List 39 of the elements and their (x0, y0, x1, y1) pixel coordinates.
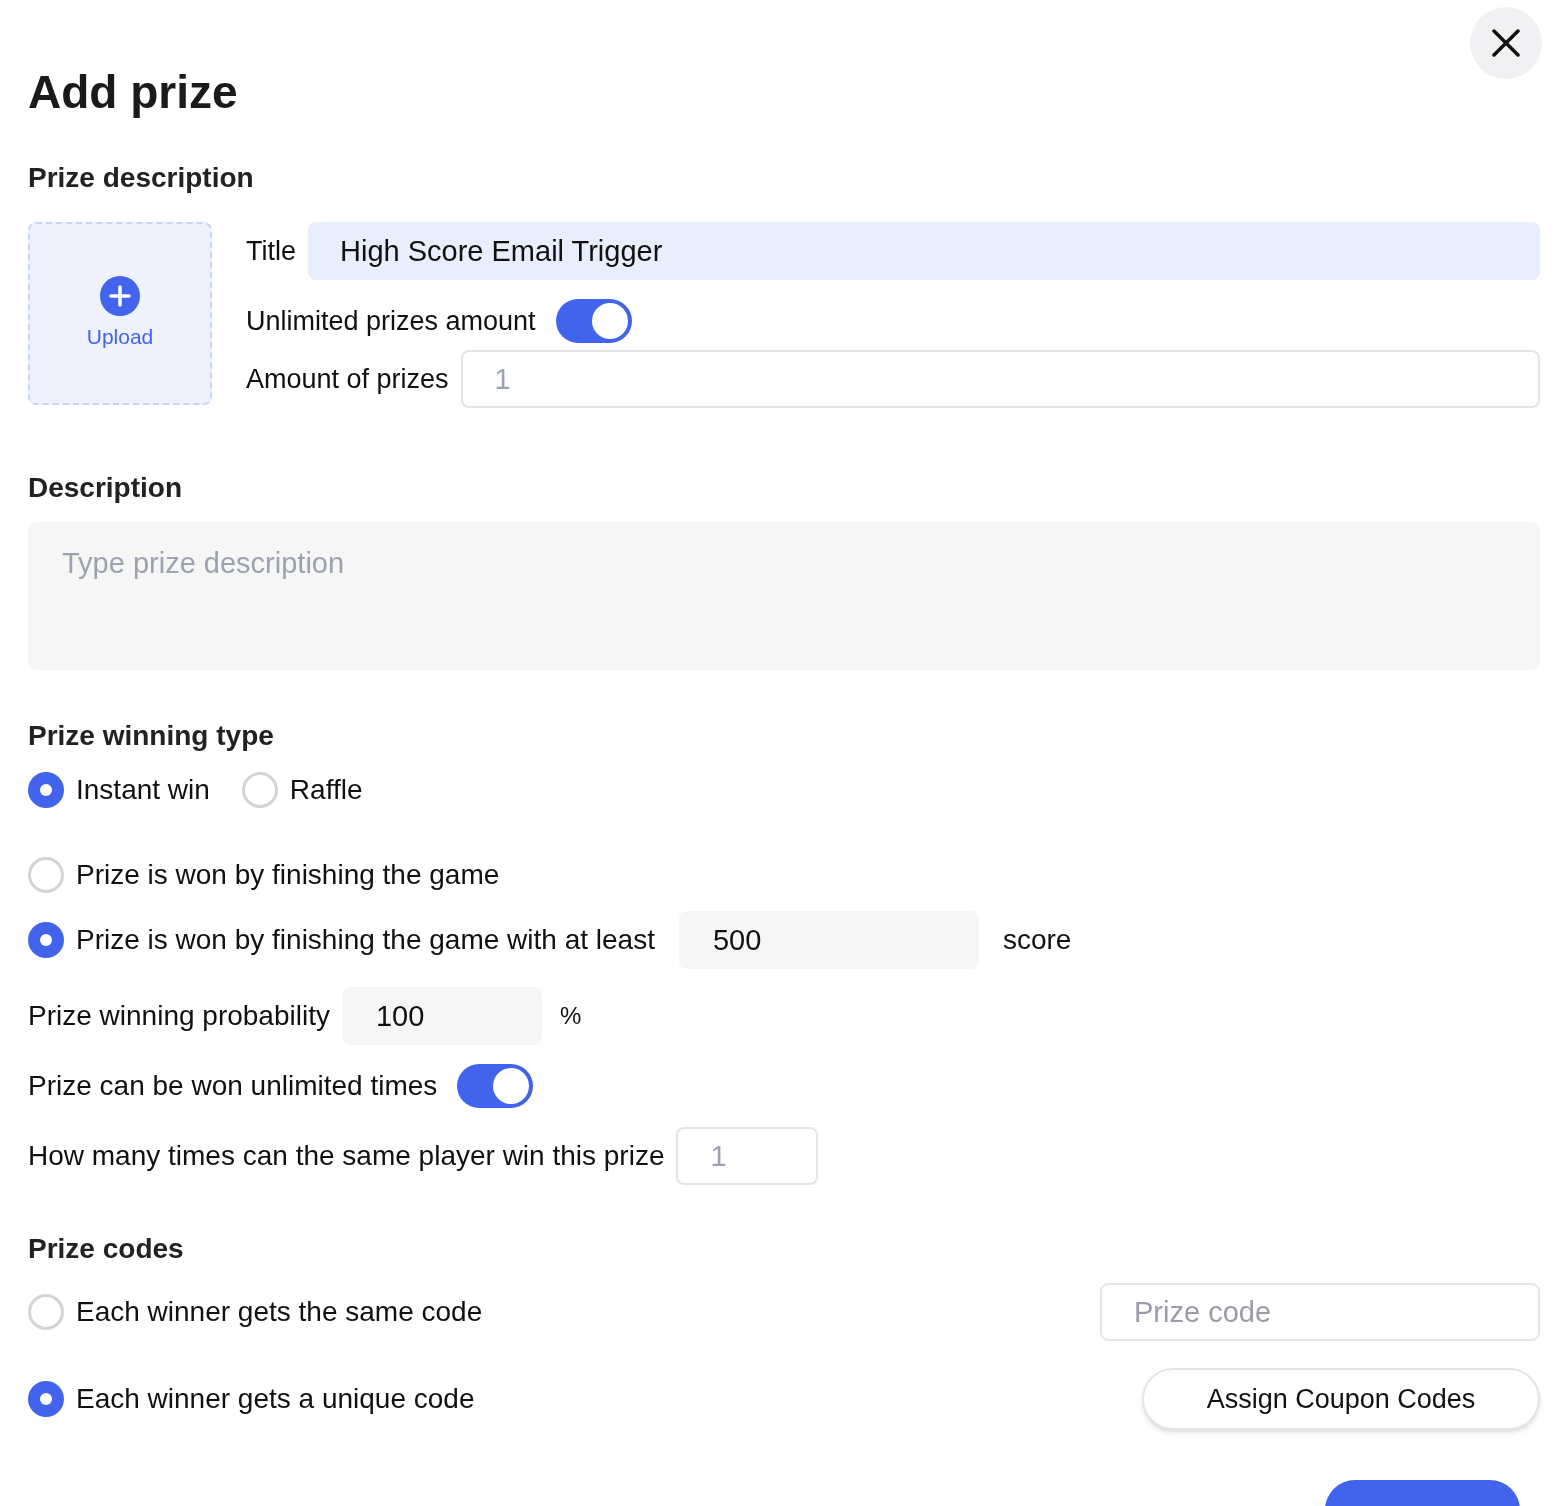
toggle-switch[interactable] (457, 1064, 534, 1108)
unit-label: % (559, 1001, 582, 1031)
radio-button[interactable] (28, 1381, 64, 1417)
upload-area[interactable]: Upload (28, 222, 212, 405)
field-label: Prize can be won unlimited times (28, 1069, 438, 1103)
input-field[interactable]: 1 (676, 1127, 819, 1185)
section-heading: Prize winning type (28, 719, 274, 753)
assign-codes-button[interactable]: Assign Coupon Codes (1142, 1368, 1540, 1430)
upload-label: Upload (86, 323, 154, 350)
radio-label: Prize is won by finishing the game (76, 858, 500, 892)
field-label: Title (246, 234, 296, 268)
field-label: Amount of prizes (246, 362, 449, 396)
section-heading: Prize codes (28, 1232, 184, 1266)
dialog-title: Add prize (28, 65, 238, 120)
close-icon (1492, 29, 1520, 57)
input-field[interactable]: 1 (460, 350, 1540, 408)
radio-button[interactable] (28, 857, 64, 893)
input-field[interactable]: High Score Email Trigger (308, 222, 1540, 280)
description-field[interactable]: Type prize description (28, 522, 1540, 670)
unit-label: score (1002, 923, 1072, 957)
radio-button[interactable] (28, 922, 64, 958)
plus-icon (99, 274, 141, 317)
input-field[interactable]: 500 (678, 911, 979, 969)
radio-label: Prize is won by finishing the game with at least (76, 923, 655, 957)
radio-button[interactable] (28, 772, 64, 808)
radio-label: Each winner gets the same code (76, 1295, 483, 1329)
input-field[interactable]: 100 (341, 987, 542, 1045)
radio-label: Instant win (76, 773, 210, 807)
radio-label: Each winner gets a unique code (76, 1382, 475, 1416)
field-label: Prize winning probability (28, 999, 330, 1033)
section-heading: Description (28, 471, 183, 505)
toggle-switch[interactable] (555, 299, 632, 343)
radio-button[interactable] (241, 772, 278, 808)
radio-label: Raffle (289, 773, 363, 807)
input-field[interactable]: Prize code (1100, 1283, 1540, 1341)
field-label: How many times can the same player win this prize (28, 1139, 665, 1173)
section-heading: Prize description (28, 161, 254, 195)
field-label: Unlimited prizes amount (246, 304, 536, 338)
radio-button[interactable] (28, 1294, 64, 1330)
